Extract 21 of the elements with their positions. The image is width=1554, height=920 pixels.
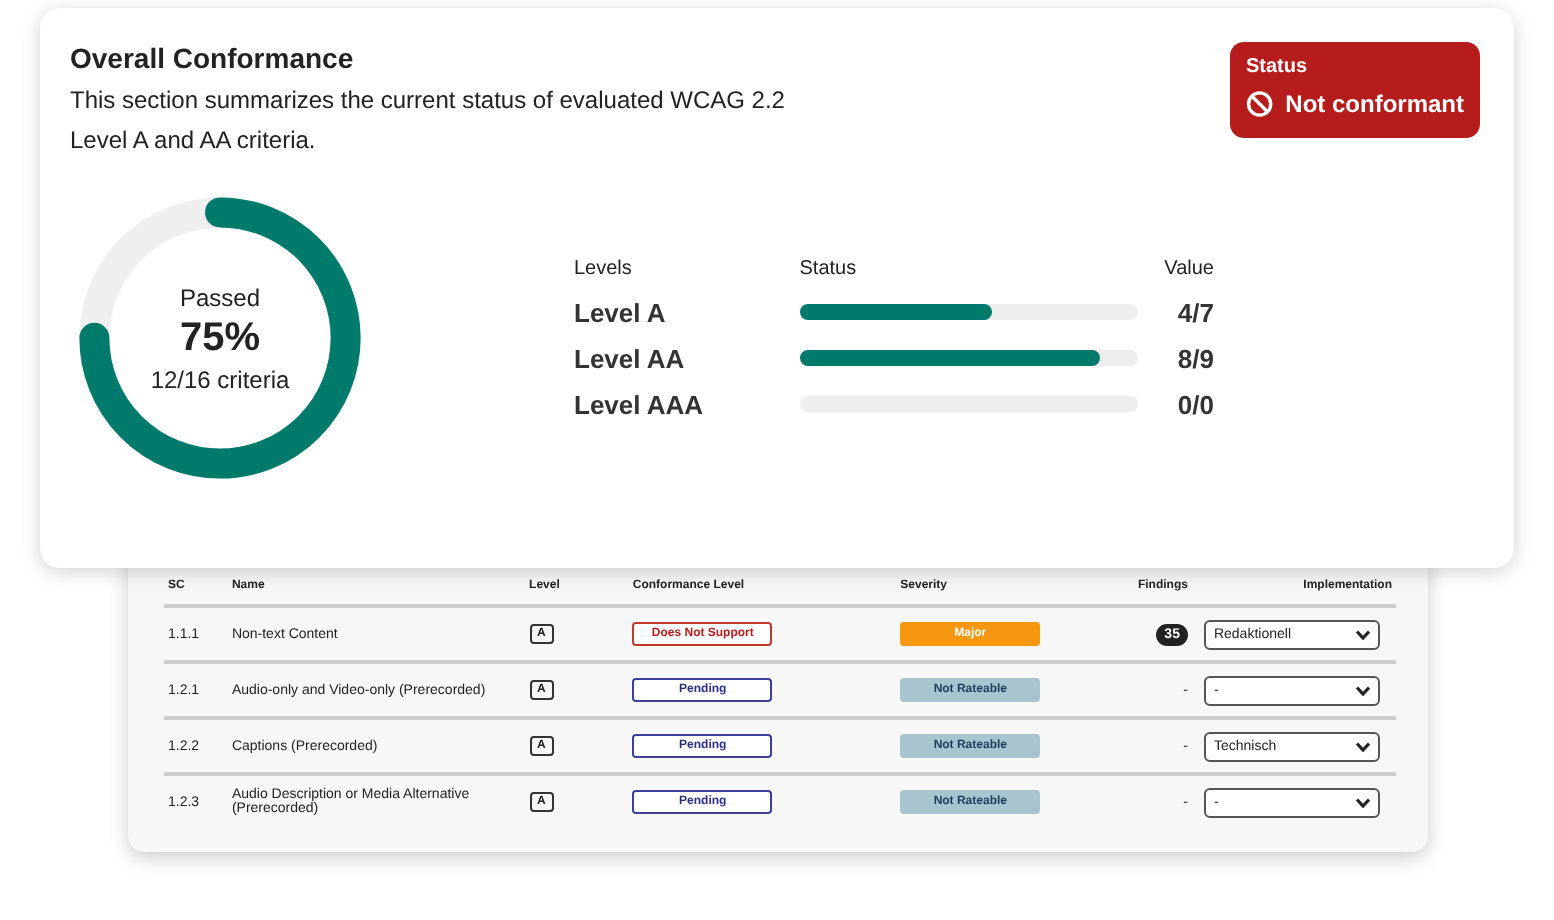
- chevron-icon: [1355, 741, 1370, 751]
- level-value: 4/7: [1177, 297, 1214, 327]
- chevron-icon: [1355, 685, 1370, 695]
- column-header: Status: [799, 258, 859, 280]
- level-name: Level AA: [574, 343, 687, 373]
- level-name: Level A: [574, 297, 668, 327]
- section-description: This section summarizes the current status of evaluated WCAG 2.2 Level A and AA criteria.: [70, 84, 787, 158]
- level-name: Level AAA: [574, 389, 706, 419]
- status-value: Not conformant: [1285, 90, 1464, 118]
- donut-caption: Passed: [179, 283, 261, 311]
- donut-detail: 12/16 criteria: [150, 365, 290, 393]
- section-title: Overall Conformance: [70, 42, 356, 74]
- chevron-icon: [1355, 797, 1370, 807]
- chevron-icon: [1355, 629, 1370, 639]
- column-header: Levels: [574, 258, 634, 280]
- donut-percent: 75%: [179, 315, 261, 361]
- level-value: 8/9: [1177, 343, 1214, 373]
- prohibited-icon: [1246, 90, 1274, 118]
- level-value: 0/0: [1177, 389, 1214, 419]
- status-label: Status: [1246, 56, 1310, 78]
- column-header: Value: [1164, 258, 1214, 280]
